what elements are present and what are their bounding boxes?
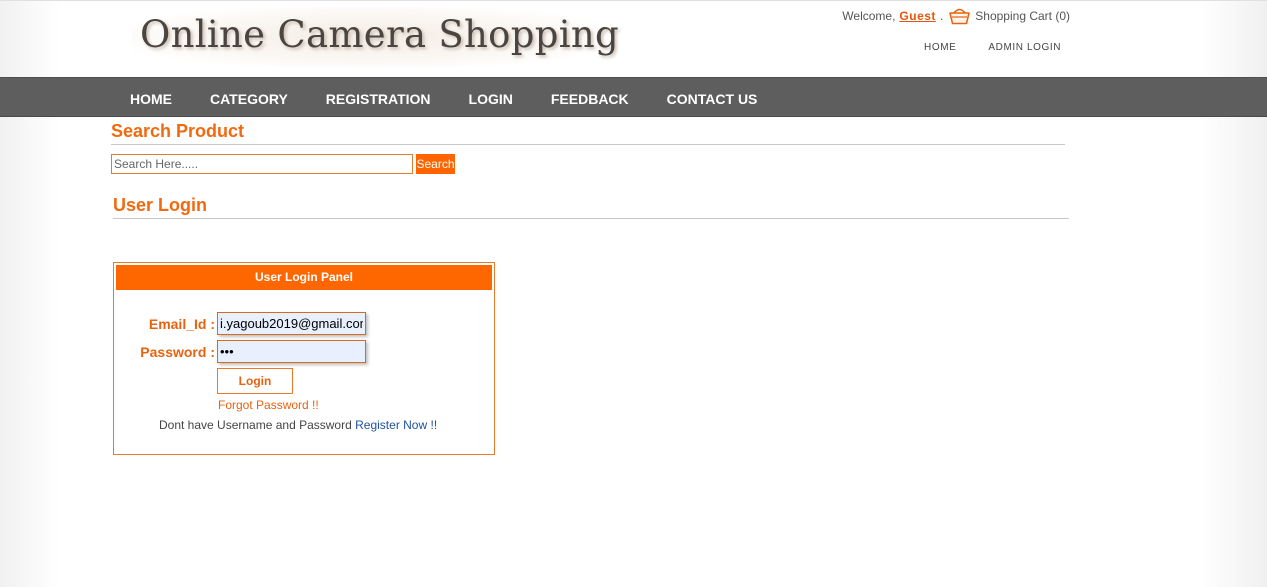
- site-logo[interactable]: Online Camera Shopping: [132, 7, 619, 67]
- nav-item-registration[interactable]: REGISTRATION: [326, 91, 431, 107]
- password-label: Password :: [140, 344, 215, 360]
- logo-text: Online Camera Shopping: [140, 13, 619, 56]
- guest-user-link[interactable]: Guest: [899, 9, 936, 23]
- search-section-title: Search Product: [111, 121, 245, 141]
- shopping-cart-link[interactable]: Shopping Cart (0): [975, 9, 1070, 23]
- top-links: HOME ADMIN LOGIN: [924, 42, 1061, 53]
- page: Online Camera Shopping Welcome, Guest . …: [0, 0, 1267, 587]
- login-panel-header: User Login Panel: [116, 265, 492, 290]
- forgot-password-link[interactable]: Forgot Password !!: [218, 398, 319, 412]
- search-button[interactable]: Search: [416, 154, 455, 174]
- email-label: Email_Id :: [148, 316, 215, 332]
- login-section-title: User Login: [113, 195, 208, 215]
- top-link-home[interactable]: HOME: [924, 42, 956, 53]
- nav-item-contact-us[interactable]: CONTACT US: [667, 91, 758, 107]
- login-divider: [113, 218, 1069, 219]
- nav-item-feedback[interactable]: FEEDBACK: [551, 91, 629, 107]
- welcome-prefix: Welcome,: [842, 9, 896, 23]
- nav-item-login[interactable]: LOGIN: [469, 91, 513, 107]
- login-button[interactable]: Login: [217, 368, 293, 394]
- welcome-bar: Welcome, Guest . Shopping Cart (0): [842, 7, 1070, 25]
- search-divider: [111, 144, 1065, 145]
- nav-items: HOME CATEGORY REGISTRATION LOGIN FEEDBAC…: [130, 91, 795, 107]
- search-input[interactable]: [111, 154, 413, 174]
- login-panel: User Login Panel Email_Id : Password : L…: [113, 262, 495, 455]
- welcome-separator: .: [939, 9, 944, 23]
- nav-item-category[interactable]: CATEGORY: [210, 91, 288, 107]
- register-line: Dont have Username and Password Register…: [159, 418, 437, 432]
- register-now-link[interactable]: Register Now !!: [355, 418, 437, 432]
- top-link-admin-login[interactable]: ADMIN LOGIN: [988, 42, 1061, 53]
- email-field[interactable]: [217, 312, 366, 335]
- basket-icon[interactable]: [949, 7, 971, 25]
- nav-item-home[interactable]: HOME: [130, 91, 172, 107]
- password-field[interactable]: [217, 340, 366, 363]
- register-prompt: Dont have Username and Password: [159, 418, 352, 432]
- main-navbar: HOME CATEGORY REGISTRATION LOGIN FEEDBAC…: [0, 77, 1267, 117]
